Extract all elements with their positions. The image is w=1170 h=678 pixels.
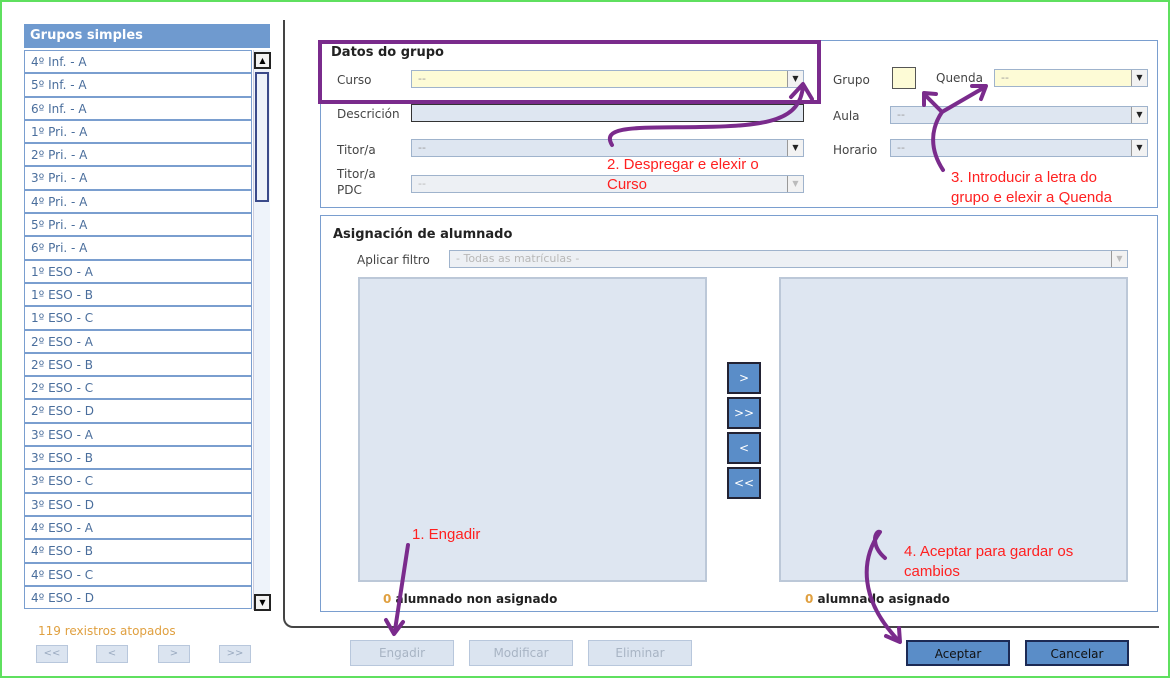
group-list-item[interactable]: 1º Pri. - A [24, 119, 252, 144]
group-list-item[interactable]: 3º ESO - A [24, 422, 252, 447]
curso-select[interactable]: -- ▼ [411, 70, 804, 88]
quenda-select[interactable]: -- ▼ [994, 69, 1148, 87]
eliminar-button[interactable]: Eliminar [588, 640, 692, 666]
unassigned-students-list[interactable] [358, 277, 707, 582]
grupo-input[interactable] [892, 67, 916, 89]
group-list-item[interactable]: 6º Inf. - A [24, 96, 252, 120]
group-list-item[interactable]: 2º ESO - C [24, 376, 252, 400]
annotation-step-4-line-2: cambios [904, 563, 960, 580]
group-list-item[interactable]: 4º Inf. - A [24, 50, 252, 74]
quenda-label: Quenda [936, 71, 984, 85]
assigned-count: 0 alumnado asignado [805, 592, 950, 606]
assigned-count-label: alumnado asignado [817, 592, 950, 606]
curso-label: Curso [337, 73, 372, 87]
annotation-step-3: 3. Introducir a letra do grupo e elexir … [951, 168, 1112, 208]
quenda-select-value: -- [1001, 71, 1009, 84]
horario-select-value: -- [897, 141, 905, 154]
group-list-item[interactable]: 2º Pri. - A [24, 143, 252, 167]
filtro-select: - Todas as matrículas - ▼ [449, 250, 1128, 268]
titor-pdc-label-1: Titor/a [337, 167, 376, 181]
titor-pdc-label-2: PDC [337, 183, 362, 197]
group-list-item[interactable]: 2º ESO - A [24, 329, 252, 353]
aula-select-value: -- [897, 108, 905, 121]
group-list-item[interactable]: 4º ESO - D [24, 585, 252, 610]
annotation-step-2: 2. Despregar e elexir o Curso [607, 155, 759, 195]
scroll-down-button[interactable]: ▼ [254, 594, 271, 611]
descricion-input[interactable] [411, 104, 804, 122]
chevron-down-icon[interactable]: ▼ [787, 140, 803, 156]
chevron-down-icon[interactable]: ▼ [787, 71, 803, 87]
grupo-label: Grupo [833, 73, 870, 87]
group-list-item[interactable]: 4º ESO - A [24, 515, 252, 540]
group-list-item[interactable]: 6º Pri. - A [24, 236, 252, 260]
unassigned-count-number: 0 [383, 592, 392, 606]
engadir-button[interactable]: Engadir [350, 640, 454, 666]
titor-pdc-select-value: -- [418, 177, 426, 190]
datos-grupo-title: Datos do grupo [331, 45, 444, 60]
move-selected-right-button[interactable]: > [727, 362, 761, 394]
asignacion-title: Asignación de alumnado [333, 227, 513, 242]
horario-label: Horario [833, 143, 878, 157]
assigned-count-number: 0 [805, 592, 814, 606]
group-list-item[interactable]: 1º ESO - B [24, 282, 252, 307]
groups-panel: Grupos simples 4º Inf. - A 5º Inf. - A 6º … [24, 24, 274, 611]
records-count: 119 rexistros atopados [38, 624, 176, 638]
group-list-item[interactable]: 3º ESO - D [24, 492, 252, 516]
group-list-item[interactable]: 3º ESO - B [24, 446, 252, 470]
chevron-down-icon: ▼ [787, 176, 803, 192]
aula-select[interactable]: -- ▼ [890, 106, 1148, 124]
scroll-up-button[interactable]: ▲ [254, 52, 271, 69]
unassigned-count: 0 alumnado non asignado [383, 592, 557, 606]
pager-next-button[interactable]: > [158, 645, 190, 663]
group-list-item[interactable]: 5º Pri. - A [24, 213, 252, 237]
annotation-step-3-line-1: 3. Introducir a letra do [951, 169, 1097, 186]
group-list-item[interactable]: 4º Pri. - A [24, 189, 252, 214]
annotation-step-4: 4. Aceptar para gardar os cambios [904, 542, 1073, 582]
group-list-item[interactable]: 3º Pri. - A [24, 166, 252, 190]
groups-list: 4º Inf. - A 5º Inf. - A 6º Inf. - A 1º Pri.… [24, 50, 252, 610]
chevron-down-icon: ▼ [1111, 251, 1127, 267]
aula-label: Aula [833, 109, 860, 123]
assigned-students-list[interactable] [779, 277, 1128, 582]
annotation-step-3-line-2: grupo e elexir a Quenda [951, 189, 1112, 206]
group-list-item[interactable]: 1º ESO - C [24, 306, 252, 330]
horario-select[interactable]: -- ▼ [890, 139, 1148, 157]
unassigned-count-label: alumnado non asignado [395, 592, 558, 606]
group-list-item[interactable]: 4º ESO - B [24, 539, 252, 563]
annotation-step-1: 1. Engadir [412, 526, 481, 543]
annotation-step-2-line-2: Curso [607, 176, 648, 193]
titor-select-value: -- [418, 141, 426, 154]
cancelar-button[interactable]: Cancelar [1025, 640, 1129, 666]
group-list-item[interactable]: 2º ESO - D [24, 399, 252, 423]
annotation-step-2-line-1: 2. Despregar e elexir o [607, 156, 759, 173]
group-list-item[interactable]: 1º ESO - A [24, 259, 252, 283]
filtro-select-value: - Todas as matrículas - [456, 252, 580, 265]
annotation-step-4-line-1: 4. Aceptar para gardar os [904, 543, 1074, 560]
group-list-item[interactable]: 2º ESO - B [24, 352, 252, 377]
group-list-item[interactable]: 5º Inf. - A [24, 73, 252, 97]
move-all-left-button[interactable]: << [727, 467, 761, 499]
aceptar-button[interactable]: Aceptar [906, 640, 1010, 666]
descricion-label: Descrición [337, 107, 400, 121]
chevron-down-icon[interactable]: ▼ [1131, 107, 1147, 123]
scroll-thumb[interactable] [255, 72, 269, 202]
chevron-down-icon[interactable]: ▼ [1131, 140, 1147, 156]
move-all-right-button[interactable]: >> [727, 397, 761, 429]
titor-label: Titor/a [337, 143, 376, 157]
pager-last-button[interactable]: >> [219, 645, 251, 663]
filtro-label: Aplicar filtro [357, 253, 430, 267]
group-list-item[interactable]: 4º ESO - C [24, 562, 252, 586]
group-list-item[interactable]: 3º ESO - C [24, 469, 252, 493]
move-selected-left-button[interactable]: < [727, 432, 761, 464]
curso-select-value: -- [418, 72, 426, 85]
groups-scrollbar[interactable]: ▲ ▼ [253, 50, 271, 611]
groups-panel-header: Grupos simples [24, 24, 270, 48]
modificar-button[interactable]: Modificar [469, 640, 573, 666]
chevron-down-icon[interactable]: ▼ [1131, 70, 1147, 86]
pager-prev-button[interactable]: < [96, 645, 128, 663]
pager-first-button[interactable]: << [36, 645, 68, 663]
